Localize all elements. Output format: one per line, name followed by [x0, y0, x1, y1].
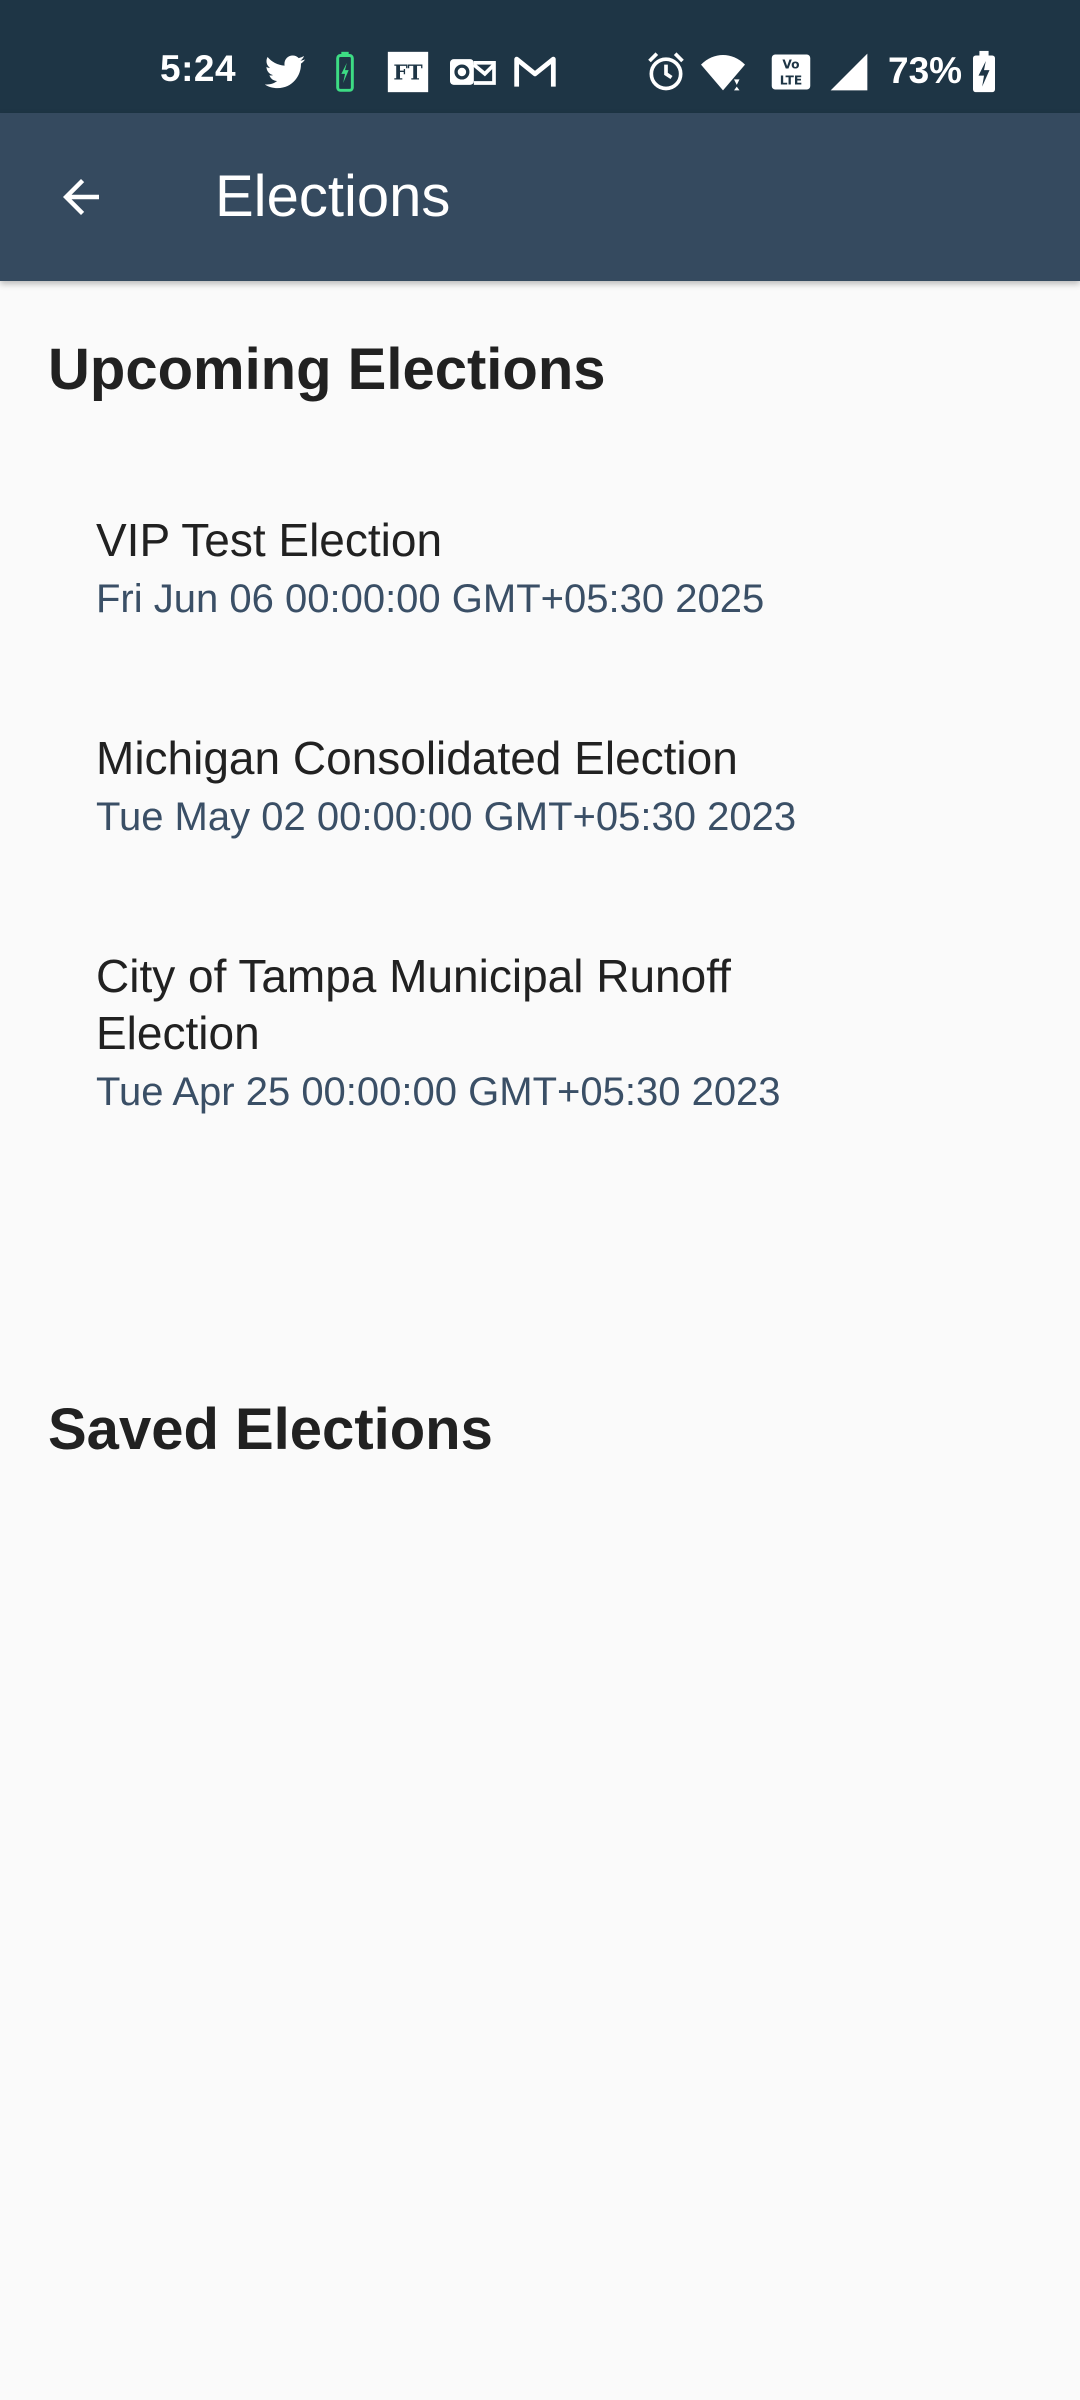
gmail-icon — [514, 56, 556, 87]
upcoming-elections-heading: Upcoming Elections — [48, 337, 606, 402]
svg-text:LTE: LTE — [780, 73, 803, 87]
saved-elections-heading: Saved Elections — [48, 1397, 493, 1462]
ft-icon: FT — [387, 51, 429, 93]
election-date: Fri Jun 06 00:00:00 GMT+05:30 2025 — [96, 577, 765, 621]
battery-charging-icon — [973, 50, 995, 93]
status-bar: 5:24 FT Vo LTE 73% — [0, 0, 1080, 113]
battery-percent: 73% — [888, 50, 963, 91]
alarm-icon — [648, 52, 684, 91]
status-time: 5:24 — [160, 48, 237, 89]
svg-text:Vo: Vo — [782, 58, 799, 72]
wifi-icon — [701, 55, 745, 91]
outlook-icon — [450, 59, 496, 85]
signal-icon — [830, 53, 868, 91]
volte-icon: Vo LTE — [771, 54, 811, 90]
election-list-item[interactable]: VIP Test Election Fri Jun 06 00:00:00 GM… — [0, 512, 1080, 625]
election-list-item[interactable]: Michigan Consolidated Election Tue May 0… — [0, 730, 1080, 843]
back-button[interactable] — [36, 157, 126, 237]
election-name: City of Tampa Municipal Runoff Election — [96, 950, 731, 1059]
election-list-item[interactable]: City of Tampa Municipal Runoff Election … — [0, 948, 1080, 1118]
election-name: Michigan Consolidated Election — [96, 732, 738, 784]
election-name: VIP Test Election — [96, 514, 443, 566]
twitter-icon — [264, 55, 306, 89]
svg-text:FT: FT — [393, 60, 422, 84]
election-date: Tue May 02 00:00:00 GMT+05:30 2023 — [96, 795, 797, 839]
election-date: Tue Apr 25 00:00:00 GMT+05:30 2023 — [96, 1070, 781, 1114]
arrow-left-icon — [63, 179, 99, 215]
app-bar: Elections — [0, 113, 1080, 281]
battery-saver-icon — [336, 51, 354, 92]
page-title: Elections — [215, 164, 451, 229]
